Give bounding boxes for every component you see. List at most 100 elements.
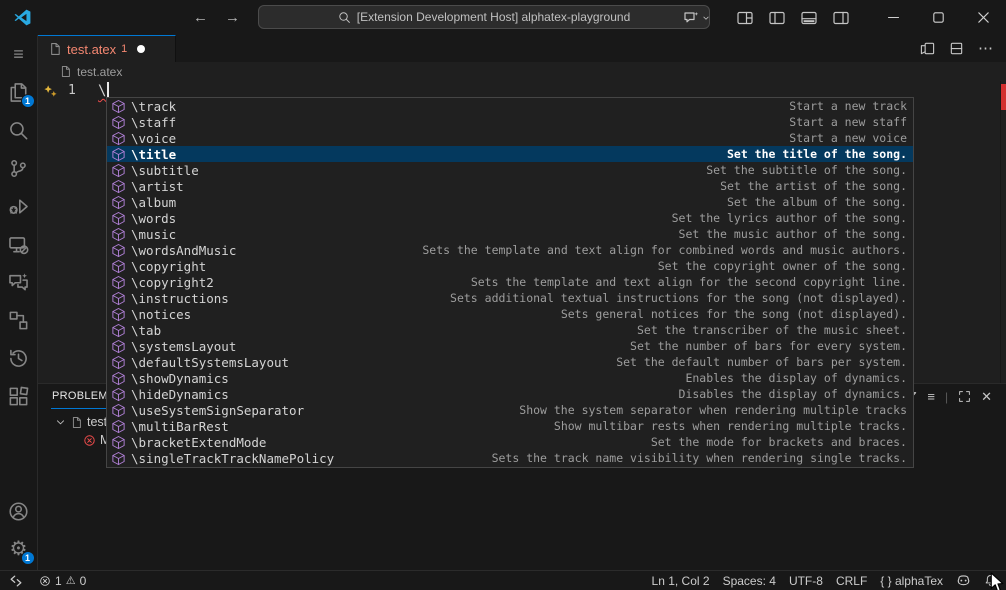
symbol-module-icon (111, 275, 126, 290)
suggestion-item[interactable]: \copyright2Sets the template and text al… (107, 274, 913, 290)
minimize-button[interactable] (871, 0, 916, 35)
line-number: 1 (68, 83, 76, 98)
symbol-module-icon (111, 131, 126, 146)
copilot-chat-button[interactable] (675, 0, 719, 35)
suggestion-item[interactable]: \useSystemSignSeparatorShow the system s… (107, 402, 913, 418)
suggestion-detail: Disables the display of dynamics. (679, 387, 907, 401)
activity-bar-menu[interactable]: ≡ (0, 35, 38, 73)
activity-bar-search[interactable] (0, 111, 38, 149)
run-debug-icon (8, 196, 29, 217)
toggle-secondary-sidebar-icon[interactable] (825, 0, 857, 35)
suggestion-label: \wordsAndMusic (131, 243, 236, 258)
close-panel-icon[interactable]: ✕ (981, 390, 992, 403)
suggestion-item[interactable]: \noticesSets general notices for the son… (107, 306, 913, 322)
suggestion-item[interactable]: \subtitleSet the subtitle of the song. (107, 162, 913, 178)
suggestion-item[interactable]: \musicSet the music author of the song. (107, 226, 913, 242)
suggestion-detail: Set the number of bars for every system. (630, 339, 907, 353)
suggestion-detail: Show multibar rests when rendering multi… (554, 419, 907, 433)
breadcrumb[interactable]: test.atex (38, 62, 1006, 81)
maximize-panel-icon[interactable] (958, 390, 971, 403)
activity-bar-settings[interactable]: ⚙1 (0, 530, 38, 568)
suggestion-item[interactable]: \bracketExtendMode Set the mode for brack… (107, 434, 913, 450)
toggle-sidebar-icon[interactable] (761, 0, 793, 35)
status-bar: 1 ⚠ 0 Ln 1, Col 2 Spaces: 4 UTF-8 CRLF { } a… (0, 570, 1006, 590)
overview-ruler-border (1000, 81, 1001, 383)
split-editor-icon[interactable] (949, 41, 964, 56)
forward-icon[interactable]: → (225, 9, 240, 26)
tab-test-atex[interactable]: test.atex 1 (38, 35, 176, 62)
suggestion-item[interactable]: \wordsSet the lyrics author of the song. (107, 210, 913, 226)
suggestion-item[interactable]: \copyrightSet the copyright owner of the… (107, 258, 913, 274)
warning-count-icon: ⚠ (66, 574, 76, 587)
remote-explorer-icon (8, 234, 29, 255)
notifications-bell-icon[interactable] (984, 574, 997, 587)
activity-bar-source-control[interactable] (0, 149, 38, 187)
back-icon[interactable]: ← (193, 9, 208, 26)
suggestion-detail: Set the transcriber of the music sheet. (637, 323, 907, 337)
command-center-search[interactable]: [Extension Development Host] alphatex-pl… (258, 5, 710, 29)
titlebar-right (675, 0, 1006, 35)
symbol-module-icon (111, 211, 126, 226)
activity-bar-remote-explorer[interactable] (0, 225, 38, 263)
remote-indicator[interactable] (9, 574, 23, 588)
suggestion-item[interactable]: \wordsAndMusic Sets the template and text… (107, 242, 913, 258)
problems-status[interactable]: 1 ⚠ 0 (39, 574, 86, 588)
suggestion-label: \multiBarRest (131, 419, 229, 434)
suggestion-item[interactable]: \systemsLayoutSet the number of bars for… (107, 338, 913, 354)
status-item[interactable]: Ln 1, Col 2 (652, 574, 710, 588)
status-item[interactable]: Spaces: 4 (723, 574, 776, 588)
activity-bar-blocks[interactable] (0, 301, 38, 339)
more-actions-icon[interactable]: ⋯ (978, 41, 993, 56)
suggestion-item[interactable]: \singleTrackTrackNamePolicySets the trac… (107, 450, 913, 466)
status-item[interactable]: CRLF (836, 574, 867, 588)
suggestion-item[interactable]: \instructionsSets additional textual ins… (107, 290, 913, 306)
suggestion-item[interactable]: \albumSet the album of the song. (107, 194, 913, 210)
suggestion-label: \notices (131, 307, 191, 322)
suggestion-item[interactable]: \voiceStart a new voice (107, 130, 913, 146)
status-item[interactable]: { } alphaTex (880, 574, 943, 588)
status-item[interactable]: UTF-8 (789, 574, 823, 588)
symbol-module-icon (111, 163, 126, 178)
suggestion-item[interactable]: \defaultSystemsLayout Set the default num… (107, 354, 913, 370)
activity-bar-extensions[interactable] (0, 377, 38, 415)
tab-bar: test.atex 1 ⋯ (38, 35, 1006, 62)
suggestion-item[interactable]: \titleSet the title of the song. (107, 146, 913, 162)
toggle-panel-icon[interactable] (793, 0, 825, 35)
copilot-sparkle-icon[interactable] (43, 84, 58, 103)
modified-dot-icon[interactable] (137, 45, 145, 53)
suggestion-item[interactable]: \staffStart a new staff (107, 114, 913, 130)
customize-layout-icon[interactable] (729, 0, 761, 35)
suggestion-item[interactable]: \showDynamicsEnables the display of dyna… (107, 370, 913, 386)
suggestion-item[interactable]: \multiTrackTrackNamePolicySets the track… (107, 466, 913, 468)
activity-bar-history[interactable] (0, 339, 38, 377)
copilot-status-icon[interactable] (956, 573, 971, 588)
maximize-button[interactable] (916, 0, 961, 35)
suggestion-item[interactable]: \trackStart a new track (107, 98, 913, 114)
account-icon (8, 501, 29, 522)
badge: 1 (21, 551, 35, 565)
suggestion-label: \defaultSystemsLayout (131, 355, 289, 370)
nav-arrows: ← → (193, 0, 240, 35)
vscode-logo-icon[interactable] (13, 8, 32, 32)
close-button[interactable] (961, 0, 1006, 35)
suggestion-label: \multiTrackTrackNamePolicy (131, 467, 327, 469)
suggestion-detail: Set the mode for brackets and braces. (651, 435, 907, 449)
suggestion-detail: Set the title of the song. (727, 147, 907, 161)
suggestion-detail: Sets the template and text align for com… (422, 243, 907, 257)
suggestion-label: \bracketExtendMode (131, 435, 266, 450)
symbol-module-icon (111, 387, 126, 402)
suggestion-item[interactable]: \artistSet the artist of the song. (107, 178, 913, 194)
activity-bar-run-debug[interactable] (0, 187, 38, 225)
activity-bar-chat[interactable] (0, 263, 38, 301)
suggestion-item[interactable]: \tabSet the transcriber of the music she… (107, 322, 913, 338)
view-as-list-icon[interactable]: ≡ (927, 390, 935, 403)
suggestion-item[interactable]: \hideDynamicsDisables the display of dyn… (107, 386, 913, 402)
warning-count: 0 (80, 574, 87, 588)
activity-bar-account[interactable] (0, 492, 38, 530)
suggestion-detail: Set the default number of bars per syste… (616, 355, 907, 369)
symbol-module-icon (111, 259, 126, 274)
activity-bar-explorer[interactable]: 1 (0, 73, 38, 111)
open-preview-icon[interactable] (920, 41, 935, 56)
suggestion-item[interactable]: \multiBarRest Show multibar rests when re… (107, 418, 913, 434)
suggestion-detail: Sets the template and text align for the… (471, 275, 907, 289)
